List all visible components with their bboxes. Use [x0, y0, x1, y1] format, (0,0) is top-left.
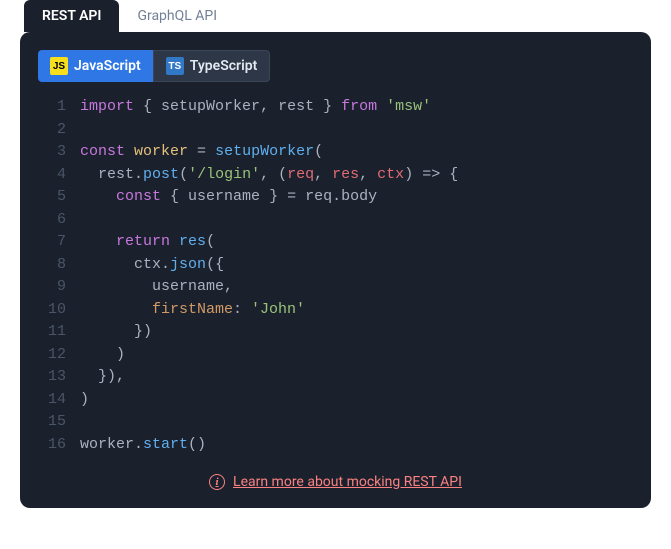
code-line-content [80, 411, 89, 434]
learn-more-label: Learn more about mocking REST API [233, 474, 462, 490]
code-line-content: firstName: 'John' [80, 299, 305, 322]
line-number: 15 [38, 411, 66, 434]
line-number: 10 [38, 299, 66, 322]
line-number: 12 [38, 344, 66, 367]
code-line-content [80, 209, 89, 232]
line-number: 7 [38, 231, 66, 254]
code-line: 6 [38, 209, 633, 232]
line-number: 5 [38, 186, 66, 209]
code-line: 15 [38, 411, 633, 434]
code-line: 11 }) [38, 321, 633, 344]
code-line: 8 ctx.json({ [38, 254, 633, 277]
code-line: 12 ) [38, 344, 633, 367]
code-line-content [80, 119, 89, 142]
code-line-content: }) [80, 321, 152, 344]
line-number: 14 [38, 389, 66, 412]
code-line: 10 firstName: 'John' [38, 299, 633, 322]
code-line-content: const { username } = req.body [80, 186, 377, 209]
learn-more-link[interactable]: i Learn more about mocking REST API [20, 474, 651, 490]
line-number: 13 [38, 366, 66, 389]
code-line-content: }), [80, 366, 125, 389]
line-number: 6 [38, 209, 66, 232]
typescript-icon: TS [166, 57, 184, 75]
line-number: 8 [38, 254, 66, 277]
lang-tab-label: TypeScript [190, 58, 258, 74]
api-type-tabs: REST API GraphQL API [0, 0, 671, 32]
lang-tab-javascript[interactable]: JS JavaScript [38, 50, 153, 82]
code-panel: JS JavaScript TS TypeScript 1 import { se… [20, 32, 651, 508]
lang-tab-typescript[interactable]: TS TypeScript [153, 50, 271, 82]
line-number: 4 [38, 164, 66, 187]
code-line: 1 import { setupWorker, rest } from 'msw' [38, 96, 633, 119]
code-line: 16 worker.start() [38, 434, 633, 457]
code-line-content: ctx.json({ [80, 254, 224, 277]
line-number: 9 [38, 276, 66, 299]
code-line: 7 return res( [38, 231, 633, 254]
line-number: 1 [38, 96, 66, 119]
info-icon: i [209, 474, 225, 490]
tab-graphql-api[interactable]: GraphQL API [119, 0, 235, 32]
code-line: 2 [38, 119, 633, 142]
code-line: 5 const { username } = req.body [38, 186, 633, 209]
line-number: 3 [38, 141, 66, 164]
code-line-content: rest.post('/login', (req, res, ctx) => { [80, 164, 458, 187]
javascript-icon: JS [50, 57, 68, 75]
code-line-content: const worker = setupWorker( [80, 141, 323, 164]
line-number: 2 [38, 119, 66, 142]
tab-rest-api[interactable]: REST API [24, 0, 119, 32]
code-line-content: ) [80, 389, 89, 412]
lang-tab-label: JavaScript [74, 58, 141, 74]
code-line-content: worker.start() [80, 434, 206, 457]
line-number: 11 [38, 321, 66, 344]
code-line: 4 rest.post('/login', (req, res, ctx) =>… [38, 164, 633, 187]
code-line: 9 username, [38, 276, 633, 299]
language-tabs: JS JavaScript TS TypeScript [38, 50, 651, 82]
code-line-content: ) [80, 344, 125, 367]
code-line: 13 }), [38, 366, 633, 389]
code-line: 3 const worker = setupWorker( [38, 141, 633, 164]
line-number: 16 [38, 434, 66, 457]
code-line-content: username, [80, 276, 233, 299]
code-block: 1 import { setupWorker, rest } from 'msw'… [20, 96, 651, 456]
code-line: 14) [38, 389, 633, 412]
code-line-content: return res( [80, 231, 215, 254]
code-line-content: import { setupWorker, rest } from 'msw' [80, 96, 431, 119]
